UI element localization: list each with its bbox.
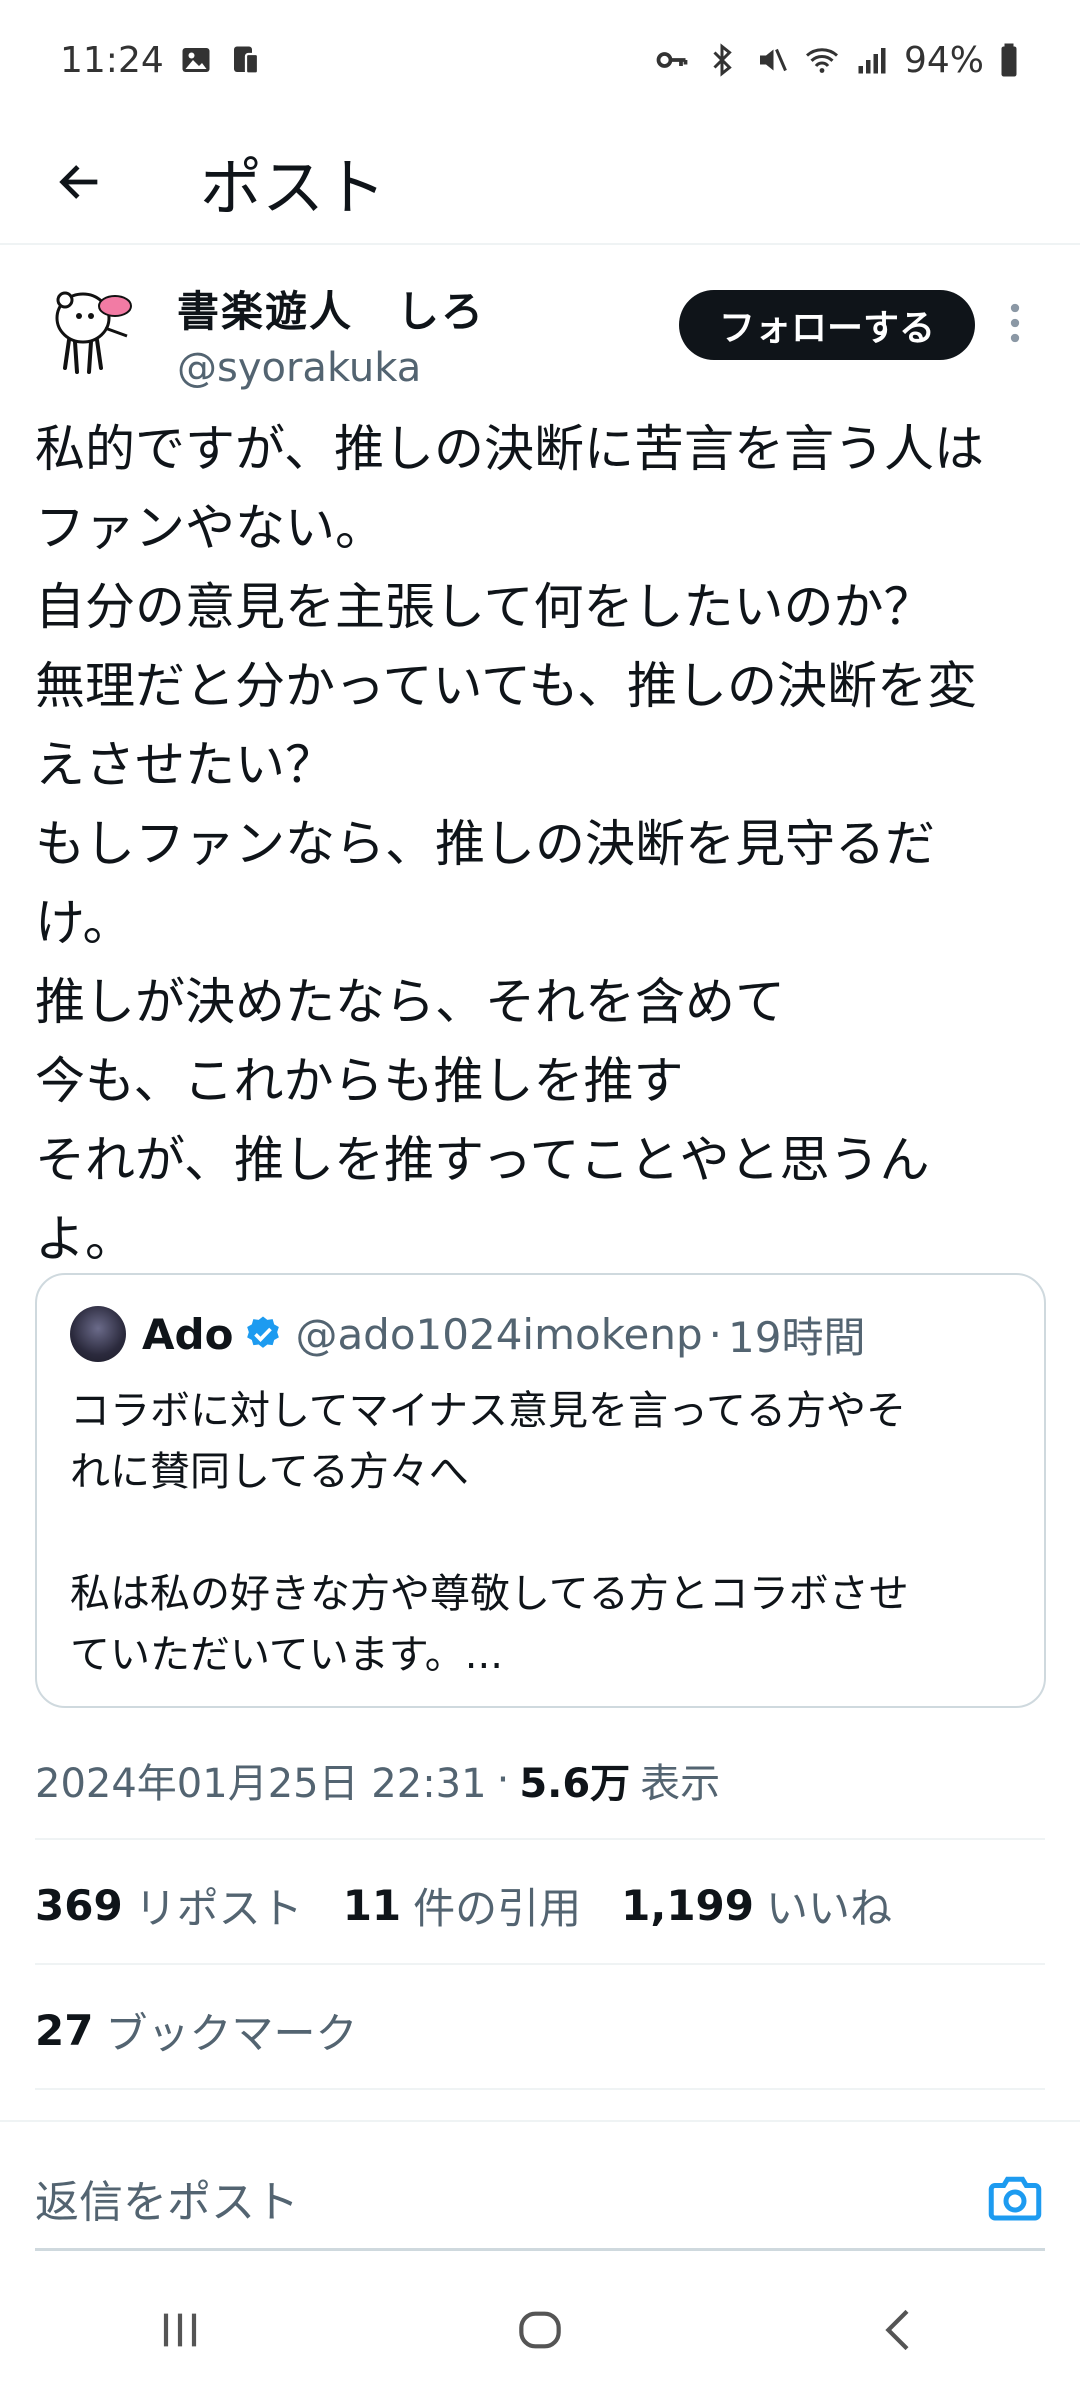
views-count: 5.6万 (519, 1761, 631, 1807)
system-nav-bar (0, 2260, 1080, 2400)
author-names: 書楽遊人 しろ @syorakuka (177, 278, 679, 391)
quoted-separator: · (708, 1309, 722, 1359)
likes-label: いいね (766, 1883, 893, 1933)
home-icon (519, 2311, 561, 2349)
verified-badge-icon (247, 1316, 280, 1348)
engagement-stats: 369 リポスト 11 件の引用 1,199 いいね (35, 1870, 1045, 1940)
gallery-icon (178, 42, 214, 78)
reposts-stat[interactable]: 369 リポスト (35, 1875, 303, 1936)
quoted-post-text: コラボに対してマイナス意見を言ってる方やそ れに賛同してる方々へ 私は私の好きな… (70, 1388, 909, 1678)
reply-input[interactable]: 返信をポスト (35, 2166, 299, 2230)
likes-stat[interactable]: 1,199 いいね (621, 1875, 892, 1936)
avatar-image (55, 291, 132, 374)
quoted-post-header: Ado @ado1024imokenp · 19時間 (70, 1303, 1011, 1365)
author-row: 書楽遊人 しろ @syorakuka フォローする (35, 268, 1045, 398)
signal-icon (854, 42, 890, 78)
reply-underline (35, 2248, 1045, 2251)
quoted-post-card[interactable]: Ado @ado1024imokenp · 19時間 コラボに対してマイナス意見… (35, 1273, 1046, 1708)
status-bar-left: 11:24 (60, 40, 264, 81)
more-options-button[interactable] (985, 268, 1045, 378)
back-nav-button[interactable] (840, 2280, 960, 2380)
camera-button[interactable] (985, 2168, 1045, 2228)
follow-button[interactable]: フォローする (678, 290, 975, 360)
status-time: 11:24 (60, 39, 164, 81)
home-button[interactable] (480, 2280, 600, 2380)
camera-icon (988, 2176, 1042, 2221)
likes-count: 1,199 (621, 1880, 755, 1930)
author-display-name[interactable]: 書楽遊人 しろ (177, 278, 679, 339)
bookmarks-label: ブックマーク (105, 2008, 358, 2058)
wifi-icon (804, 42, 840, 78)
bluetooth-icon (704, 42, 740, 78)
quoted-author-handle: @ado1024imokenp (295, 1309, 703, 1359)
bookmarks-count: 27 (35, 2005, 94, 2055)
top-bar: ポスト (0, 120, 1080, 245)
divider (0, 2120, 1080, 2122)
back-button[interactable] (0, 119, 160, 244)
quoted-time: 19時間 (728, 1312, 866, 1362)
tweet-text: 私的ですが、推しの決断に苦言を言う人は ファンやない。 自分の意見を主張して何を… (35, 420, 984, 1268)
more-vertical-icon (1010, 303, 1020, 343)
reply-bar: 返信をポスト (35, 2158, 1045, 2238)
divider (35, 2088, 1045, 2090)
bookmarks-stat[interactable]: 27 ブックマーク (35, 1995, 1045, 2065)
reposts-label: リポスト (134, 1883, 303, 1933)
quotes-label: 件の引用 (413, 1883, 582, 1933)
arrow-left-icon (59, 164, 98, 199)
page-title: ポスト (200, 150, 387, 224)
recent-apps-icon (163, 2313, 197, 2347)
divider (35, 1838, 1045, 1840)
battery-percent: 94% (903, 39, 984, 81)
phone-sync-icon (228, 42, 264, 78)
key-icon (654, 42, 690, 78)
status-bar: 11:24 94% (0, 0, 1080, 120)
post-datetime[interactable]: 2024年01月25日 22:31 (35, 1751, 487, 1809)
avatar[interactable] (35, 268, 147, 380)
quoted-author-name: Ado (142, 1309, 234, 1359)
quoted-avatar (70, 1306, 126, 1362)
quotes-count: 11 (342, 1880, 402, 1930)
meta-separator: · (496, 1757, 510, 1803)
divider (35, 1963, 1045, 1965)
battery-icon (998, 42, 1020, 78)
chevron-left-icon (885, 2309, 909, 2351)
post-meta: 2024年01月25日 22:31 · 5.6万 表示 (35, 1745, 1045, 1815)
quotes-stat[interactable]: 11 件の引用 (343, 1875, 581, 1936)
views-label: 表示 (640, 1761, 721, 1807)
reposts-count: 369 (35, 1880, 123, 1930)
status-bar-right: 94% (654, 40, 1020, 81)
author-handle[interactable]: @syorakuka (177, 345, 679, 391)
mute-icon (754, 42, 790, 78)
recent-apps-button[interactable] (120, 2280, 240, 2380)
